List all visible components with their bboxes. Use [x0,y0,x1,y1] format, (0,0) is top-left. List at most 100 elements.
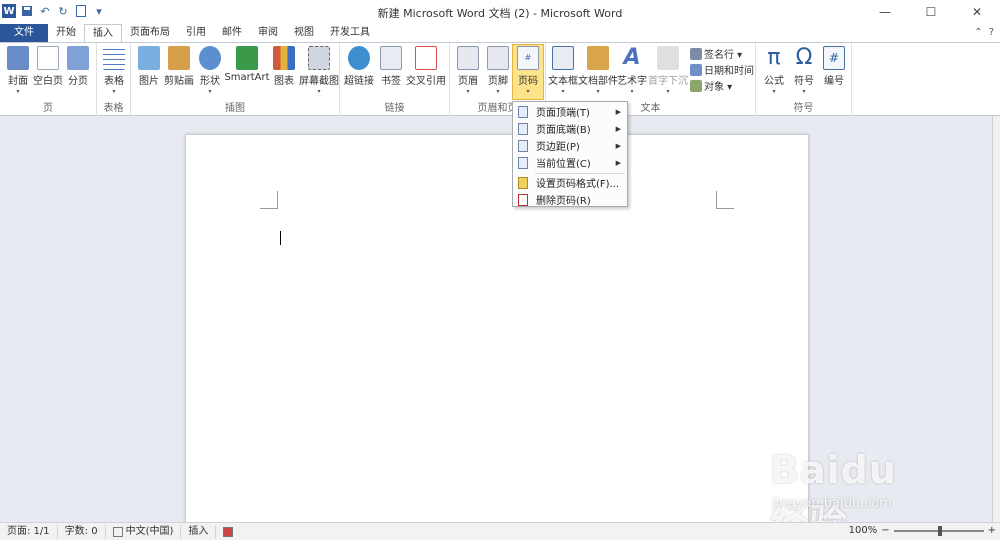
screenshot-icon [308,46,330,70]
quick-parts-button[interactable]: 文档部件 ▾ [578,45,618,95]
zoom-level[interactable]: 100% [849,525,878,536]
shapes-icon [199,46,221,70]
crop-mark-top-right [716,191,734,209]
header-icon [457,46,479,70]
menu-item-remove-page-numbers[interactable]: 删除页码(R) [513,191,627,208]
submenu-arrow-icon: ▶ [615,141,621,150]
picture-button[interactable]: 图片 [133,45,165,87]
page-number-icon: # [517,46,539,70]
minimize-ribbon-icon[interactable]: ⌃ [974,27,982,38]
status-word-count[interactable]: 字数: 0 [58,524,106,539]
current-position-icon [518,156,528,169]
zoom-slider[interactable] [893,525,984,536]
footer-icon [487,46,509,70]
tab-home[interactable]: 开始 [48,24,84,42]
zoom-out-button[interactable]: − [881,525,889,536]
zoom-in-button[interactable]: + [988,525,996,536]
page-margin-icon [518,139,528,152]
menu-item-current-position[interactable]: 当前位置(C) ▶ [513,154,627,171]
proofing-icon [112,526,123,537]
clip-art-button[interactable]: 剪贴画 [163,45,195,87]
chart-button[interactable]: 图表 [268,45,300,87]
text-box-icon [552,46,574,70]
clip-art-icon [168,46,190,70]
group-label-table: 表格 [103,103,124,114]
omega-icon: Ω [795,45,813,70]
vertical-scrollbar[interactable] [992,116,1000,522]
tab-references[interactable]: 引用 [178,24,214,42]
close-button[interactable]: ✕ [954,0,1000,24]
cover-page-icon [7,46,29,70]
maximize-button[interactable]: ☐ [908,0,954,24]
remove-page-number-icon [518,193,528,206]
minimize-button[interactable]: — [862,0,908,24]
drop-cap-icon [657,46,679,70]
document-page[interactable] [185,134,809,534]
submenu-arrow-icon: ▶ [615,124,621,133]
group-illustrations: 图片 剪贴画 形状 ▾ SmartArt 图表 屏幕截图 ▾ 插图 [131,43,340,116]
menu-item-top-of-page[interactable]: 页面顶端(T) ▶ [513,103,627,120]
format-page-number-icon [518,176,528,189]
tabbar-right: ⌃ ? [974,27,994,38]
calendar-icon [690,63,702,76]
shapes-button[interactable]: 形状 ▾ [194,45,226,95]
date-time-button[interactable]: 日期和时间 [690,62,754,77]
page-top-icon [518,105,528,118]
page-break-button[interactable]: 分页 [62,45,94,87]
cross-reference-button[interactable]: 交叉引用 [406,45,446,87]
table-button[interactable]: 表格 ▾ [98,45,130,95]
header-button[interactable]: 页眉 ▾ [452,45,484,95]
tab-review[interactable]: 审阅 [250,24,286,42]
tab-mailings[interactable]: 邮件 [214,24,250,42]
ribbon: 封面 ▾ 空白页 分页 页 表格 ▾ 表格 图片 剪贴画 形状 ▾ SmartA… [0,42,1000,116]
zoom-slider-thumb[interactable] [937,525,942,536]
blank-page-button[interactable]: 空白页 [32,45,64,87]
cover-page-button[interactable]: 封面 ▾ [2,45,34,95]
object-icon [690,79,702,92]
signature-line-icon [690,47,702,60]
tab-developer[interactable]: 开发工具 [322,24,378,42]
tab-insert[interactable]: 插入 [84,24,122,42]
tab-page-layout[interactable]: 页面布局 [122,24,178,42]
pi-icon: π [767,45,781,70]
status-language[interactable]: 中文(中国) [106,524,182,539]
tab-view[interactable]: 视图 [286,24,322,42]
group-label-illustrations: 插图 [225,103,245,114]
page-break-icon [67,46,89,70]
blank-page-icon [37,46,59,70]
wordart-button[interactable]: A 艺术字 ▾ [616,45,648,96]
wordart-icon: A [623,45,641,70]
bookmark-button[interactable]: 书签 [375,45,407,87]
window-controls: — ☐ ✕ [862,0,1000,24]
group-table: 表格 ▾ 表格 [97,43,131,116]
text-box-button[interactable]: 文本框 ▾ [548,45,578,95]
numbering-button[interactable]: # 编号 [818,45,850,87]
signature-line-button[interactable]: 签名行 ▾ [690,46,742,61]
macro-record-icon[interactable] [216,525,240,539]
submenu-arrow-icon: ▶ [615,107,621,116]
drop-cap-button[interactable]: 首字下沉 ▾ [648,45,688,95]
hyperlink-button[interactable]: 超链接 [343,45,375,87]
tab-file[interactable]: 文件 [0,24,48,42]
object-button[interactable]: 对象 ▾ [690,78,732,93]
status-page-count[interactable]: 页面: 1/1 [0,524,58,539]
cross-reference-icon [415,46,437,70]
footer-button[interactable]: 页脚 ▾ [482,45,514,95]
equation-button[interactable]: π 公式 ▾ [758,45,790,96]
page-bottom-icon [518,122,528,135]
smartart-icon [236,46,258,70]
symbol-button[interactable]: Ω 符号 ▾ [788,45,820,96]
menu-item-bottom-of-page[interactable]: 页面底端(B) ▶ [513,120,627,137]
screenshot-button[interactable]: 屏幕截图 ▾ [299,45,339,95]
help-icon[interactable]: ? [989,27,994,38]
page-number-button[interactable]: # 页码 ▾ [512,44,544,100]
menu-item-page-margins[interactable]: 页边距(P) ▶ [513,137,627,154]
group-page: 封面 ▾ 空白页 分页 页 [0,43,97,116]
smartart-button[interactable]: SmartArt [224,45,270,83]
picture-icon [138,46,160,70]
table-icon [103,46,125,70]
menu-item-format-page-numbers[interactable]: 设置页码格式(F)... [513,174,627,191]
page-number-menu: 页面顶端(T) ▶ 页面底端(B) ▶ 页边距(P) ▶ 当前位置(C) ▶ 设… [512,101,628,207]
status-insert-mode[interactable]: 插入 [181,524,217,539]
group-links: 超链接 书签 交叉引用 链接 [340,43,450,116]
